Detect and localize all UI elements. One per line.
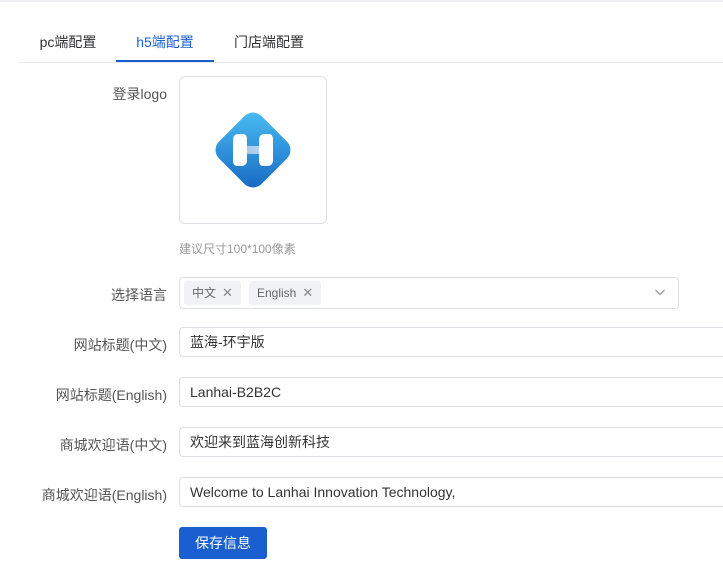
- logo-upload-box[interactable]: [179, 76, 327, 224]
- chevron-down-icon[interactable]: [654, 286, 666, 298]
- site-title-en-label: 网站标题(English): [55, 387, 167, 403]
- site-title-zh-input[interactable]: [179, 327, 723, 357]
- welcome-en-label: 商城欢迎语(English): [41, 487, 167, 503]
- close-icon[interactable]: ✕: [302, 281, 313, 305]
- save-button[interactable]: 保存信息: [179, 527, 267, 559]
- welcome-zh-input[interactable]: [179, 427, 723, 457]
- logo-size-hint: 建议尺寸100*100像素: [179, 242, 296, 256]
- top-divider: [0, 0, 723, 2]
- site-title-zh-label: 网站标题(中文): [73, 337, 167, 353]
- welcome-zh-label: 商城欢迎语(中文): [59, 437, 167, 453]
- site-title-en-input[interactable]: [179, 377, 723, 407]
- tag-text: English: [257, 286, 297, 300]
- tab-store-config[interactable]: 门店端配置: [233, 22, 305, 61]
- welcome-en-input[interactable]: [179, 477, 723, 507]
- language-tag-zh: 中文 ✕: [184, 281, 241, 305]
- tag-text: 中文: [192, 286, 217, 300]
- tab-h5-config[interactable]: h5端配置: [116, 22, 214, 62]
- lanhai-h-logo-icon: [215, 112, 291, 188]
- language-tag-en: English ✕: [249, 281, 322, 305]
- tab-pc-config[interactable]: pc端配置: [39, 22, 97, 61]
- close-icon[interactable]: ✕: [222, 281, 233, 305]
- language-select[interactable]: 中文 ✕ English ✕: [179, 277, 679, 309]
- tab-bar: pc端配置 h5端配置 门店端配置: [19, 22, 723, 63]
- settings-page: pc端配置 h5端配置 门店端配置 登录logo 建议尺寸100*100像素 选…: [0, 0, 723, 568]
- login-logo-label: 登录logo: [112, 86, 167, 102]
- language-label: 选择语言: [111, 287, 167, 303]
